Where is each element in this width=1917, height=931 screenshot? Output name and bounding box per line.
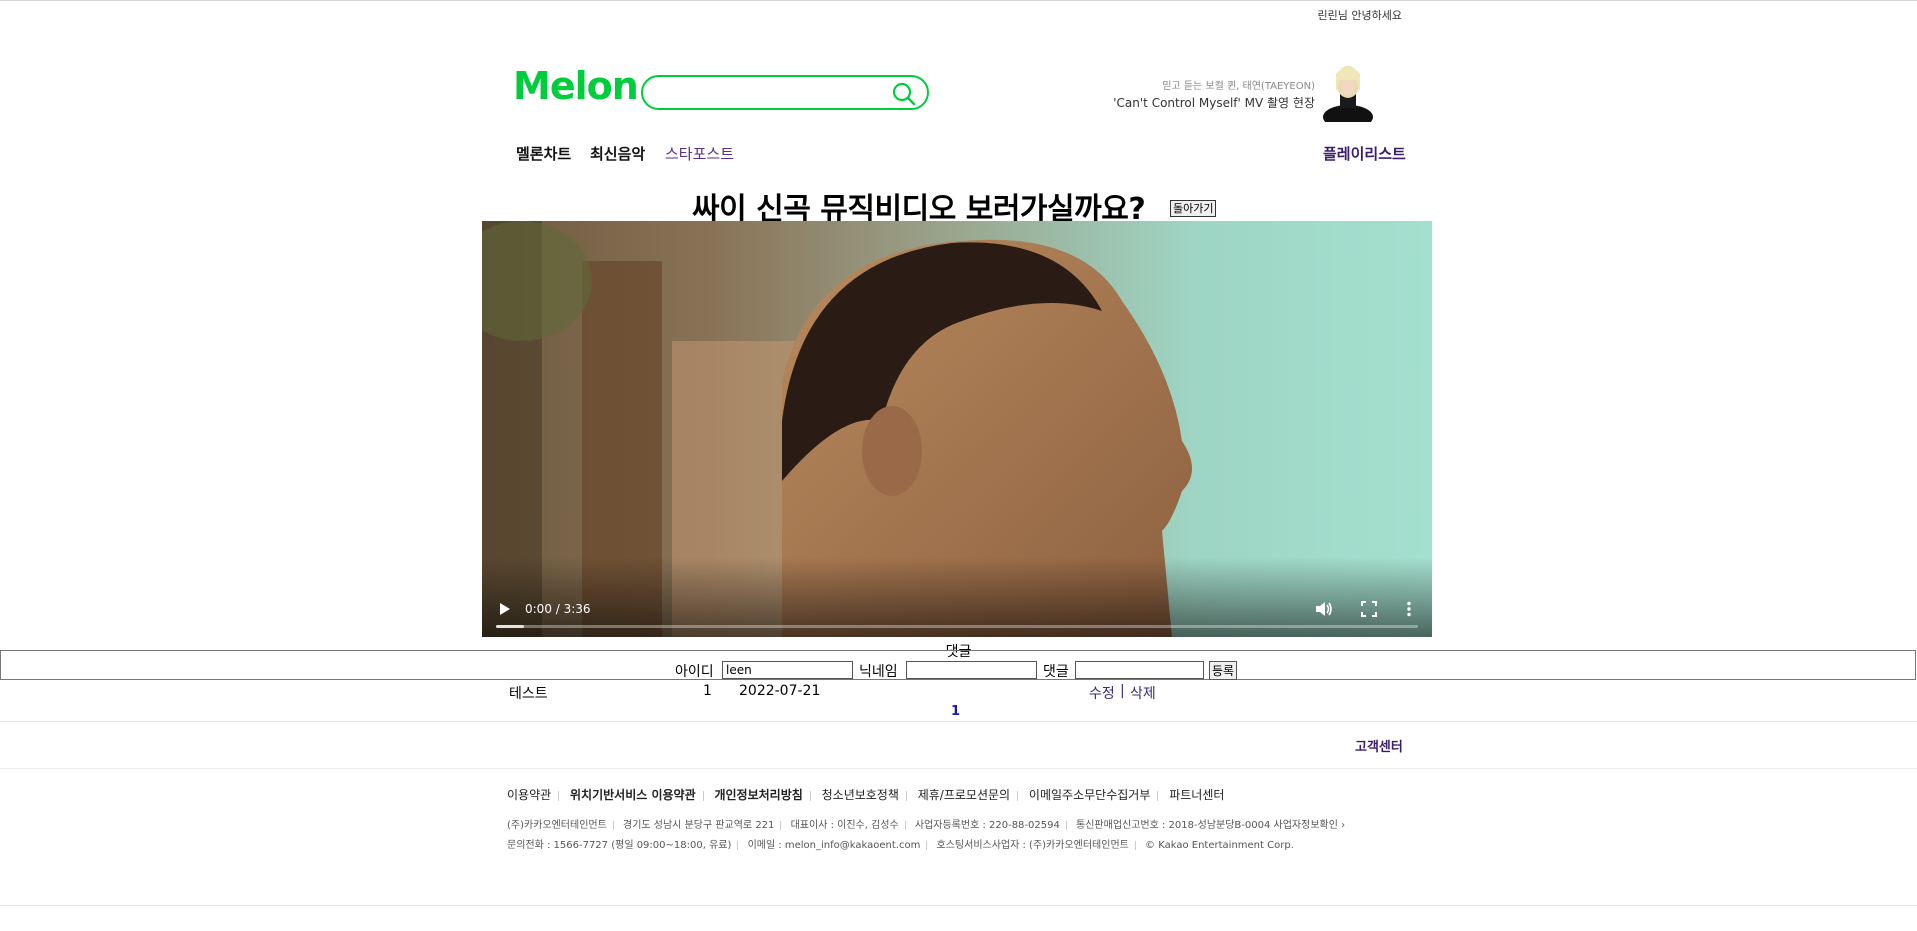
customer-center-link[interactable]: 고객센터	[1355, 736, 1403, 755]
comment-field[interactable]	[1075, 661, 1204, 679]
footer-link-youth-policy[interactable]: 청소년보호정책	[822, 788, 899, 802]
promo-banner-line1: 믿고 듣는 보컬 퀸, 태연(TAEYEON)	[1162, 81, 1315, 92]
footer-separator	[1017, 790, 1019, 801]
footer-separator	[809, 790, 811, 801]
search-bar[interactable]	[641, 75, 929, 110]
divider	[0, 768, 1917, 769]
footer-separator	[1134, 840, 1136, 850]
comment-action-separator: |	[1120, 683, 1125, 699]
search-icon[interactable]	[891, 81, 917, 107]
footer-separator	[612, 820, 614, 830]
footer-link-email-refusal[interactable]: 이메일주소무단수집거부	[1029, 788, 1150, 802]
user-greeting: 린린님 안녕하세요	[1317, 9, 1402, 22]
fullscreen-icon[interactable]	[1361, 601, 1377, 617]
volume-icon[interactable]	[1315, 601, 1333, 617]
chevron-right-icon: ›	[1337, 820, 1346, 831]
video-player[interactable]: 0:00 / 3:36	[482, 221, 1432, 637]
divider	[0, 721, 1917, 722]
edit-comment-link[interactable]: 수정	[1089, 683, 1115, 703]
id-field[interactable]	[722, 661, 853, 679]
contact-phone: 문의전화 : 1566-7727 (평일 09:00~18:00, 유료)	[507, 840, 732, 851]
business-reg-number: 사업자등록번호 : 220-88-02594	[914, 820, 1060, 831]
promo-banner[interactable]: 믿고 듣는 보컬 퀸, 태연(TAEYEON) 'Can't Control M…	[1100, 79, 1315, 111]
business-info-link[interactable]: 사업자정보확인	[1274, 820, 1338, 831]
footer-separator	[1157, 790, 1159, 801]
contact-email: 이메일 : melon_info@kakaoent.com	[747, 840, 921, 851]
comment-date: 2022-07-21	[739, 683, 821, 699]
footer-separator	[558, 790, 560, 801]
video-progress-bar[interactable]	[496, 625, 1418, 628]
nav-star-post[interactable]: 스타포스트	[665, 143, 734, 164]
footer-link-privacy[interactable]: 개인정보처리방침	[714, 788, 802, 802]
ecommerce-reg-number: 통신판매업신고번호 : 2018-성남분당B-0004	[1076, 820, 1271, 831]
footer-separator	[702, 790, 704, 801]
nickname-field[interactable]	[906, 661, 1037, 679]
back-button[interactable]: 돌아가기	[1170, 200, 1217, 217]
footer-separator	[926, 840, 928, 850]
company-name: (주)카카오엔터테인먼트	[507, 820, 607, 831]
footer-separator	[905, 790, 907, 801]
footer-link-partner-center[interactable]: 파트너센터	[1169, 788, 1224, 802]
footer-separator	[737, 840, 739, 850]
promo-banner-line2: 'Can't Control Myself' MV 촬영 현장	[1113, 96, 1315, 110]
delete-comment-link[interactable]: 삭제	[1130, 683, 1156, 703]
nickname-label: 닉네임	[859, 664, 898, 680]
video-controls: 0:00 / 3:36	[482, 557, 1432, 637]
play-icon[interactable]	[498, 601, 512, 617]
nav-melon-chart[interactable]: 멜론차트	[516, 143, 571, 164]
more-options-icon[interactable]	[1406, 601, 1412, 617]
footer-separator	[780, 820, 782, 830]
footer-separator	[904, 820, 906, 830]
copyright: © Kakao Entertainment Corp.	[1145, 840, 1294, 851]
top-border	[0, 0, 1917, 1]
footer-separator	[1065, 820, 1067, 830]
video-time: 0:00 / 3:36	[525, 602, 591, 616]
hosting-provider: 호스팅서비스사업자 : (주)카카오엔터테인먼트	[936, 840, 1129, 851]
footer-links: 이용약관 위치기반서비스 이용약관 개인정보처리방침 청소년보호정책 제휴/프로…	[507, 786, 1224, 803]
comment-label: 댓글	[1043, 664, 1069, 680]
footer-link-partnership[interactable]: 제휴/프로모션문의	[918, 788, 1010, 802]
promo-artist-image[interactable]	[1318, 62, 1378, 122]
melon-logo[interactable]: Melon	[513, 66, 639, 106]
comment-text: 테스트	[509, 686, 548, 702]
footer-company-info: (주)카카오엔터테인먼트 경기도 성남시 분당구 판교역로 221 대표이사 :…	[507, 816, 1345, 831]
nav-latest-music[interactable]: 최신음악	[590, 143, 645, 164]
video-progress-fill	[496, 625, 524, 628]
divider	[0, 905, 1917, 906]
company-ceo: 대표이사 : 이진수, 김성수	[790, 820, 899, 831]
footer-link-terms[interactable]: 이용약관	[507, 788, 551, 802]
comment-num: 1	[703, 683, 712, 699]
search-input[interactable]	[657, 82, 891, 106]
nav-playlist[interactable]: 플레이리스트	[1323, 143, 1406, 164]
submit-comment-button[interactable]: 등록	[1209, 661, 1238, 680]
footer-link-location-terms[interactable]: 위치기반서비스 이용약관	[570, 788, 696, 802]
pagination-page-1[interactable]: 1	[951, 704, 960, 719]
company-address: 경기도 성남시 분당구 판교역로 221	[623, 820, 775, 831]
footer-contact-info: 문의전화 : 1566-7727 (평일 09:00~18:00, 유료) 이메…	[507, 836, 1294, 851]
id-label: 아이디	[675, 664, 714, 680]
